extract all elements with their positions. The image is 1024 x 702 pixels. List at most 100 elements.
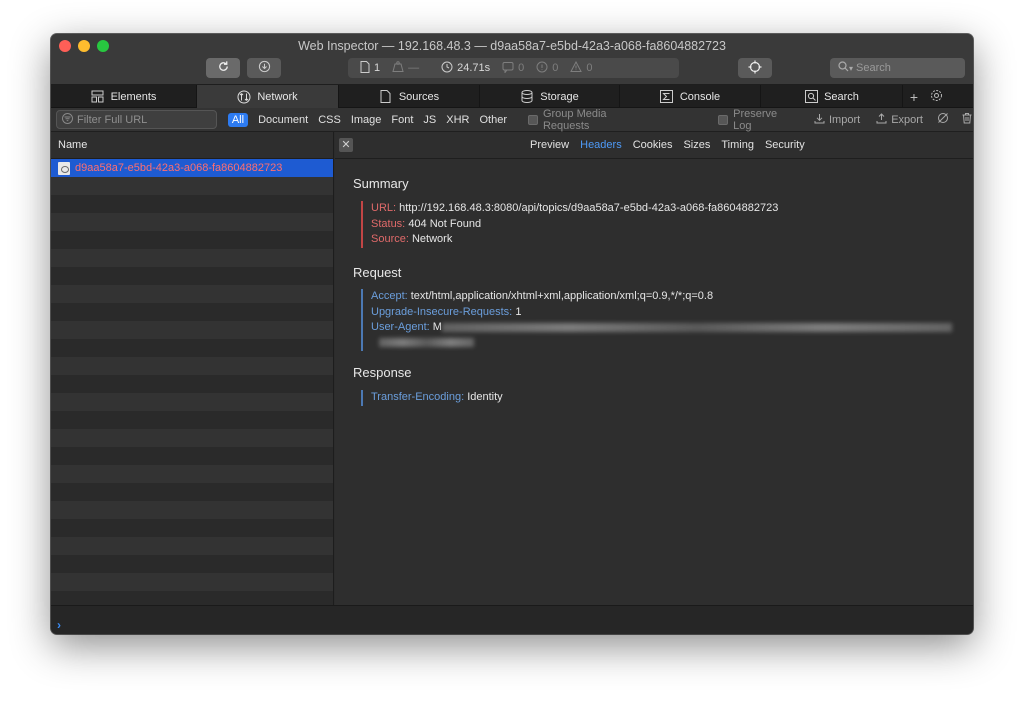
empty-row <box>51 195 333 213</box>
transfer-size: — <box>392 61 419 75</box>
subtab-cookies[interactable]: Cookies <box>633 139 673 151</box>
summary-url-value: http://192.168.48.3:8080/api/topics/d9aa… <box>399 202 779 214</box>
header-upgrade-row: Upgrade-Insecure-Requests: 1 <box>371 305 522 318</box>
weight-icon <box>392 61 404 75</box>
header-user-agent-continued <box>371 336 952 352</box>
download-archive-button[interactable] <box>247 58 281 78</box>
filter-type-font[interactable]: Font <box>391 114 413 126</box>
add-tab-button[interactable]: + <box>903 85 925 108</box>
summary-title: Summary <box>353 176 409 191</box>
empty-row <box>51 519 333 537</box>
empty-row <box>51 285 333 303</box>
request-row[interactable]: d9aa58a7-e5bd-42a3-a068-fa8604882723 <box>51 159 333 177</box>
tab-search[interactable]: Search <box>761 85 903 108</box>
errors-count: 0 <box>536 61 558 76</box>
tab-sources[interactable]: Sources <box>339 85 480 108</box>
empty-row <box>51 591 333 605</box>
header-accept-row: Accept: text/html,application/xhtml+xml,… <box>371 290 714 302</box>
tab-elements[interactable]: Elements <box>51 85 197 108</box>
filter-url-input[interactable]: Filter Full URL <box>56 110 217 129</box>
empty-row <box>51 357 333 375</box>
disable-caches-button[interactable] <box>937 112 949 127</box>
header-transfer-encoding-row: Transfer-Encoding: Identity <box>371 391 503 403</box>
export-icon <box>876 112 887 127</box>
detail-tabs: Preview Headers Cookies Sizes Timing Sec… <box>530 139 805 151</box>
filter-type-document[interactable]: Document <box>258 114 308 126</box>
filter-type-xhr[interactable]: XHR <box>446 114 469 126</box>
redacted-blur <box>441 322 952 332</box>
group-media-checkbox[interactable]: Group Media Requests <box>528 108 655 132</box>
empty-row <box>51 249 333 267</box>
empty-row <box>51 447 333 465</box>
plus-icon: + <box>909 88 919 105</box>
import-icon <box>814 113 825 127</box>
elements-icon <box>91 90 105 104</box>
empty-row <box>51 555 333 573</box>
import-button[interactable]: Import <box>814 113 860 127</box>
empty-row <box>51 267 333 285</box>
request-headers-block: Accept: text/html,application/xhtml+xml,… <box>361 289 952 351</box>
quick-console[interactable]: › <box>51 605 973 634</box>
filter-type-css[interactable]: CSS <box>318 114 341 126</box>
subtab-security[interactable]: Security <box>765 139 805 151</box>
filter-type-image[interactable]: Image <box>351 114 382 126</box>
reload-button[interactable] <box>206 58 240 78</box>
document-icon <box>360 60 370 76</box>
log-icon <box>502 61 514 76</box>
empty-row <box>51 483 333 501</box>
crosshair-icon <box>748 60 762 77</box>
summary-status-row: Status: 404 Not Found <box>371 217 482 230</box>
filter-type-all[interactable]: All <box>227 112 249 127</box>
tab-storage[interactable]: Storage <box>480 85 620 108</box>
name-column-header[interactable]: Name <box>51 132 333 159</box>
trash-icon <box>961 112 973 127</box>
prohibited-icon <box>937 112 949 127</box>
logs-count: 0 <box>502 61 524 76</box>
empty-row <box>51 393 333 411</box>
filter-type-other[interactable]: Other <box>480 114 508 126</box>
gear-icon <box>930 89 943 105</box>
tab-network[interactable]: Network <box>197 85 339 108</box>
reload-icon <box>217 60 230 76</box>
tab-console[interactable]: Console <box>620 85 761 108</box>
filter-type-js[interactable]: JS <box>423 114 436 126</box>
empty-row <box>51 375 333 393</box>
summary-url-row: URL: http://192.168.48.3:8080/api/topics… <box>371 202 779 214</box>
empty-row <box>51 465 333 483</box>
request-name: d9aa58a7-e5bd-42a3-a068-fa8604882723 <box>75 162 283 174</box>
subtab-sizes[interactable]: Sizes <box>683 139 710 151</box>
resources-count: 1 <box>360 60 380 76</box>
request-headers-title: Request <box>353 265 402 280</box>
dashboard[interactable]: 1 — 24.71s 0 0 0 <box>348 58 679 78</box>
global-search-input[interactable]: ▾ Search <box>830 58 965 78</box>
details-navigation-bar: ✕ Preview Headers Cookies Sizes Timing S… <box>335 132 973 159</box>
preserve-log-checkbox[interactable]: Preserve Log <box>718 108 798 132</box>
empty-row <box>51 321 333 339</box>
close-details-button[interactable]: ✕ <box>339 138 353 152</box>
subtab-preview[interactable]: Preview <box>530 139 569 151</box>
filter-bar: Filter Full URL All Document CSS Image F… <box>51 108 973 132</box>
element-selection-button[interactable] <box>738 58 772 78</box>
title-bar: Web Inspector — 192.168.48.3 — d9aa58a7-… <box>51 34 973 85</box>
subtab-headers[interactable]: Headers <box>580 139 622 151</box>
checkbox-box <box>718 114 729 125</box>
window-title: Web Inspector — 192.168.48.3 — d9aa58a7-… <box>298 39 726 53</box>
empty-row <box>51 501 333 519</box>
error-icon <box>536 61 548 76</box>
settings-button[interactable] <box>925 85 947 108</box>
checkbox-box <box>528 114 538 125</box>
empty-row <box>51 231 333 249</box>
empty-row <box>51 303 333 321</box>
empty-row <box>51 537 333 555</box>
tab-bar: Elements Network Sources Storage Console… <box>51 85 973 108</box>
subtab-timing[interactable]: Timing <box>721 139 754 151</box>
export-button[interactable]: Export <box>876 112 923 127</box>
clear-log-button[interactable] <box>961 112 973 127</box>
warning-icon <box>570 60 583 76</box>
sources-icon <box>379 90 393 104</box>
summary-source-row: Source: Network <box>371 233 453 245</box>
empty-row <box>51 411 333 429</box>
console-icon <box>660 90 674 104</box>
summary-block: URL: http://192.168.48.3:8080/api/topics… <box>361 201 778 248</box>
warnings-count: 0 <box>570 60 593 76</box>
